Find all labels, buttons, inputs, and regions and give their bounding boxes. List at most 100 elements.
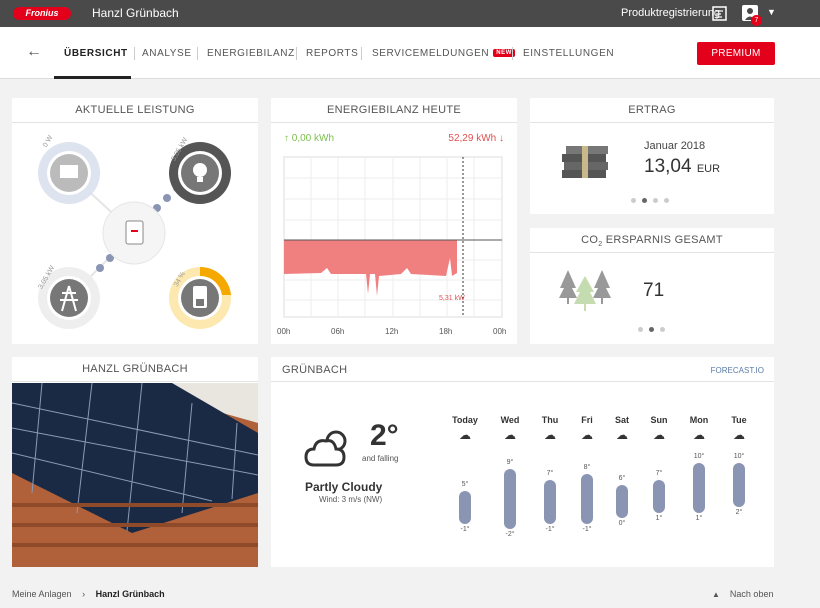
temperature-range-bar — [733, 463, 745, 507]
forecast-day-label: Thu — [541, 415, 559, 425]
forecast-low-temp: -2° — [505, 531, 515, 538]
tab-servicemeldungen[interactable]: SERVICEMELDUNGEN NEW — [372, 48, 516, 59]
forecast-weather-icon: ☁ — [504, 428, 516, 442]
forecast-io-link[interactable]: FORECAST.IO — [711, 366, 764, 375]
forecast-high-temp: 5° — [461, 480, 469, 488]
tab-servicemeldungen-label: SERVICEMELDUNGEN — [372, 48, 490, 59]
weather-title: GRÜNBACH — [282, 364, 348, 376]
co2-pagination[interactable] — [638, 327, 665, 332]
forecast-weather-icon: ☁ — [459, 428, 471, 442]
wind-info: Wind: 3 m/s (NW) — [319, 495, 383, 504]
x-tick: 06h — [331, 327, 345, 336]
tab-overview[interactable]: ÜBERSICHT — [64, 48, 128, 59]
temperature-trend: and falling — [362, 454, 399, 463]
tab-analyse[interactable]: ANALYSE — [142, 48, 192, 59]
power-flow-diagram — [38, 142, 231, 329]
current-power-title: AKTUELLE LEISTUNG — [12, 98, 258, 123]
site-name: Hanzl Grünbach — [92, 6, 179, 20]
forecast-low-temp: 2° — [735, 509, 743, 516]
forecast-day-label: Mon — [689, 415, 709, 425]
temperature-range-bar — [544, 479, 556, 524]
co2-title: CO2 ERSPARNIS GESAMT — [530, 228, 774, 253]
weather-header: GRÜNBACH FORECAST.IO — [271, 357, 774, 382]
energy-balance-card: ENERGIEBILANZ HEUTE ↑ 0,00 kWh 52,29 kWh… — [271, 98, 517, 344]
weather-summary: Partly Cloudy — [305, 480, 383, 494]
money-stack-icon — [562, 146, 608, 178]
yield-title: ERTRAG — [530, 98, 774, 123]
breadcrumb-root[interactable]: Meine Anlagen — [12, 589, 72, 599]
partly-cloudy-icon — [304, 430, 347, 467]
tab-separator — [134, 47, 135, 60]
forecast-low-temp: -1° — [460, 525, 470, 533]
chevron-up-icon: ▲ — [712, 590, 720, 599]
forecast-high-temp: 9° — [506, 458, 514, 466]
trees-icon — [559, 270, 611, 311]
breadcrumb-separator: › — [82, 589, 86, 599]
forecast-high-temp: 8° — [583, 464, 591, 471]
system-photo-card: HANZL GRÜNBACH — [12, 357, 258, 567]
back-to-top-link[interactable]: ▲ Nach oben — [712, 589, 773, 599]
x-tick: 00h — [277, 327, 291, 336]
breadcrumb-current: Hanzl Grünbach — [95, 589, 165, 599]
forecast-weather-icon: ☁ — [616, 428, 628, 442]
notification-badge: 7 — [751, 15, 762, 26]
tab-separator — [361, 47, 362, 60]
energy-balance-chart — [283, 156, 503, 318]
chevron-down-icon[interactable]: ▼ — [767, 7, 776, 17]
co2-title-prefix: CO — [581, 234, 599, 246]
forecast-low-temp: 1° — [695, 514, 703, 522]
forecast-weather-icon: ☁ — [581, 428, 593, 442]
forecast-high-temp: 6° — [618, 475, 626, 482]
premium-button[interactable]: PREMIUM — [697, 42, 775, 65]
product-registration-link[interactable]: Produktregistrierung — [621, 7, 720, 19]
main-nav: ← ÜBERSICHT ANALYSE ENERGIEBILANZ REPORT… — [0, 27, 820, 79]
forecast-low-temp: 0° — [618, 520, 626, 527]
solar-panel-photo — [12, 383, 258, 567]
co2-value: 71 — [643, 280, 665, 301]
tab-separator — [512, 47, 513, 60]
forecast-high-temp: 10° — [693, 453, 705, 460]
forecast-weather-icon: ☁ — [653, 428, 665, 442]
current-temperature: 2° — [370, 419, 399, 452]
temperature-range-bar — [459, 490, 471, 524]
forecast-weather-icon: ☁ — [544, 428, 556, 442]
temperature-range-bar — [581, 474, 593, 524]
forecast-day-label: Tue — [731, 415, 747, 425]
forecast-day-label: Sun — [650, 415, 668, 425]
yield-card: ERTRAG Januar 2018 13,04 EUR — [530, 98, 774, 214]
fronius-logo[interactable]: Fronius — [13, 7, 71, 20]
system-photo-title: HANZL GRÜNBACH — [12, 357, 258, 382]
forecast-high-temp: 7° — [655, 469, 663, 477]
temperature-range-bar — [504, 468, 516, 529]
yield-month: Januar 2018 — [644, 140, 706, 152]
forecast-day-label: Fri — [581, 415, 593, 425]
forecast-day-label: Today — [452, 415, 478, 425]
tab-energiebilanz[interactable]: ENERGIEBILANZ — [207, 48, 295, 59]
back-arrow-icon[interactable]: ← — [26, 43, 42, 61]
top-bar: Fronius Hanzl Grünbach Produktregistrier… — [0, 0, 820, 27]
current-consumption-label: 5,31 kW — [439, 295, 465, 302]
registration-icon[interactable] — [712, 6, 727, 21]
breadcrumb: Meine Anlagen › Hanzl Grünbach — [12, 589, 165, 599]
x-tick: 00h — [493, 327, 507, 336]
forecast-low-temp: -1° — [582, 525, 592, 533]
x-tick: 18h — [439, 327, 453, 336]
co2-title-suffix: ERSPARNIS GESAMT — [602, 234, 723, 246]
tab-einstellungen[interactable]: EINSTELLUNGEN — [523, 48, 614, 59]
yield-amount: 13,04 EUR — [644, 156, 720, 178]
tab-separator — [197, 47, 198, 60]
temperature-range-bar — [693, 463, 705, 513]
yield-pagination[interactable] — [631, 198, 669, 203]
yield-amount-value: 13,04 — [644, 156, 692, 177]
yield-currency: EUR — [696, 163, 721, 175]
forecast-weather-icon: ☁ — [693, 428, 705, 442]
x-tick: 12h — [385, 327, 399, 336]
co2-card: CO2 ERSPARNIS GESAMT 71 — [530, 228, 774, 344]
tab-reports[interactable]: REPORTS — [306, 48, 358, 59]
forecast-high-temp: 7° — [546, 469, 554, 477]
temperature-range-bar — [616, 485, 628, 518]
forecast-day-label: Wed — [500, 415, 520, 425]
back-to-top-label: Nach oben — [729, 589, 774, 599]
tab-separator — [296, 47, 297, 60]
forecast-weather-icon: ☁ — [733, 428, 745, 442]
